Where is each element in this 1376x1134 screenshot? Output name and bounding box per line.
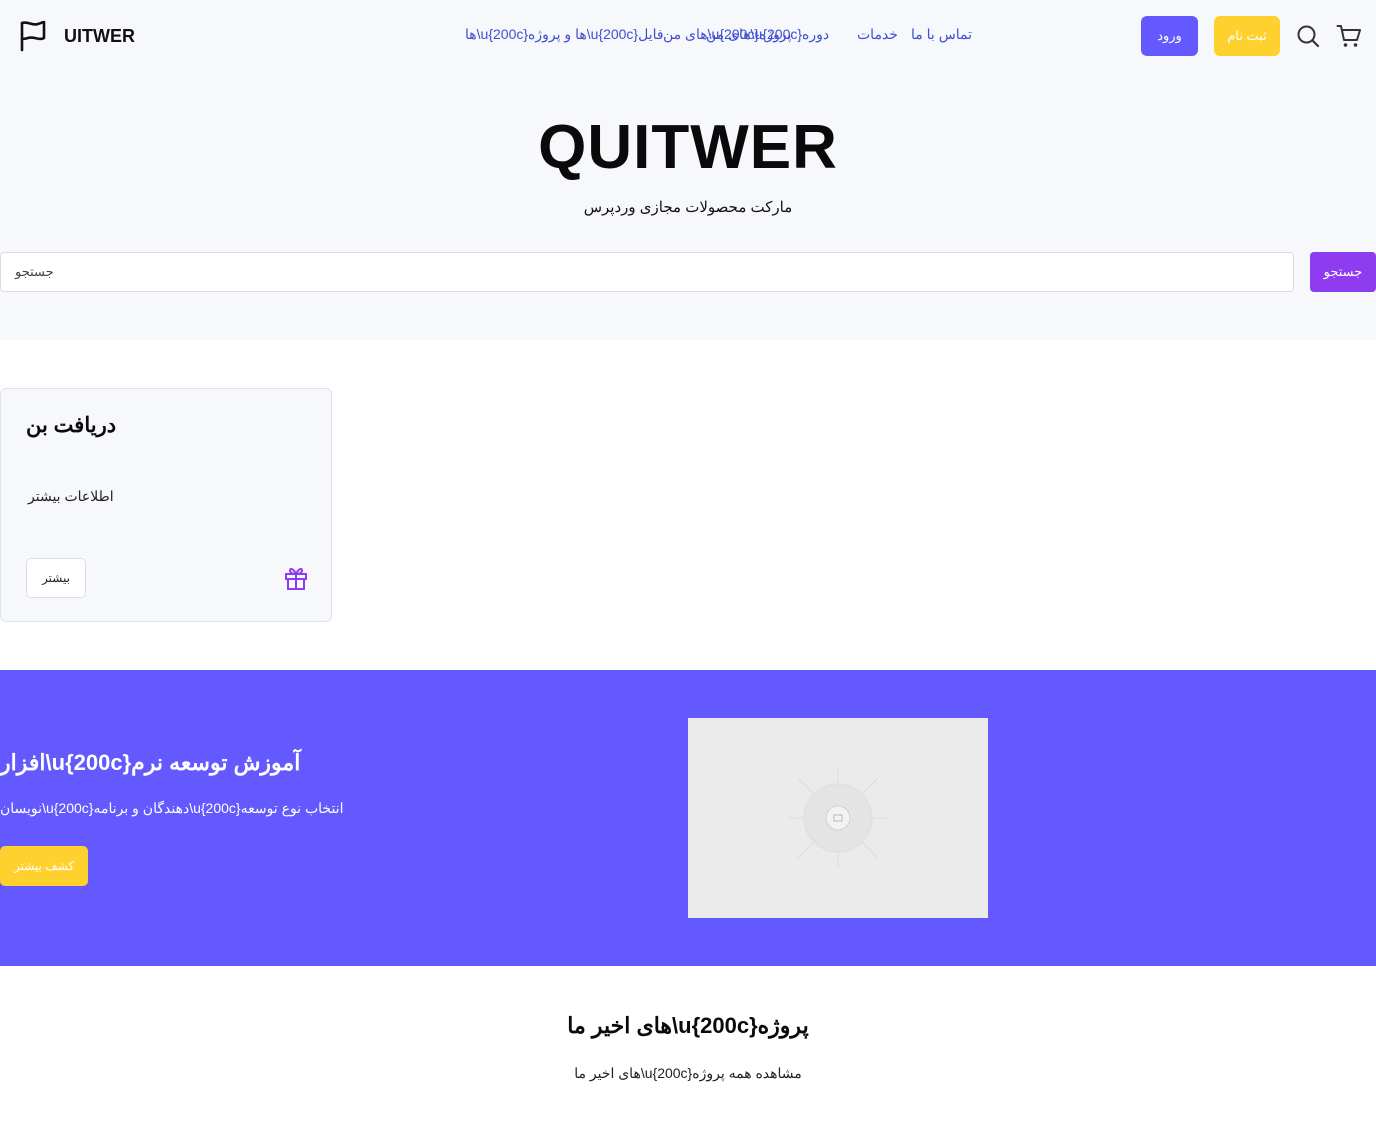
main-nav: های من\u{200c}پروژه ها\u{200c}ها و پروژه… [307,26,972,46]
search-button[interactable]: جستجو [1310,252,1376,292]
card-title: دریافت بن [26,414,117,437]
image-placeholder-icon [788,768,888,868]
gift-icon [285,567,307,590]
promo-text: نویسان\u{200c}دهندگان و برنامه\u{200c}ان… [0,800,344,816]
logo-text: UITWER [64,26,135,46]
nav-item-services[interactable]: خدمات [857,26,898,43]
card-more-button[interactable]: بیشتر [26,558,86,598]
login-button[interactable]: ورود [1141,16,1198,56]
page-title: QUITWER [538,113,838,182]
nav-item-contact[interactable]: تماس با ما [911,26,972,43]
promo-title: افزار\u{200c}آموزش توسعه نرم [0,750,301,775]
promo-image-placeholder [688,718,988,918]
hero-section: UITWER های من\u{200c}پروژه ها\u{200c}ها … [0,0,1376,340]
flag-logo-icon [20,20,46,52]
projects-view-all-link[interactable]: های اخیر ما\u{200c}مشاهده همه پروژه [0,1065,1376,1082]
page-subtitle: مارکت محصولات مجازی وردپرس [583,199,793,216]
search-input[interactable]: جستجو [0,252,1294,292]
projects-title: های اخیر ما\u{200c}پروژه [567,1013,809,1038]
signup-button[interactable]: ثبت نام [1214,16,1280,56]
logo[interactable]: UITWER [18,20,135,52]
coupon-card: دریافت بن اطلاعات بیشتر بیشتر [0,388,332,622]
cart-icon[interactable] [1336,23,1362,49]
nav-item-courses[interactable]: های من\u{200c}دوره [706,26,829,43]
nav-item-files-projects[interactable]: ها\u{200c}ها و پروژه\u{200c}فایل [465,26,664,43]
card-text: اطلاعات بیشتر [28,488,114,504]
promo-discover-button[interactable]: کشف بیشتر [0,846,88,886]
promo-section: افزار\u{200c}آموزش توسعه نرم نویسان\u{20… [0,670,1376,966]
search-icon[interactable] [1296,24,1320,48]
